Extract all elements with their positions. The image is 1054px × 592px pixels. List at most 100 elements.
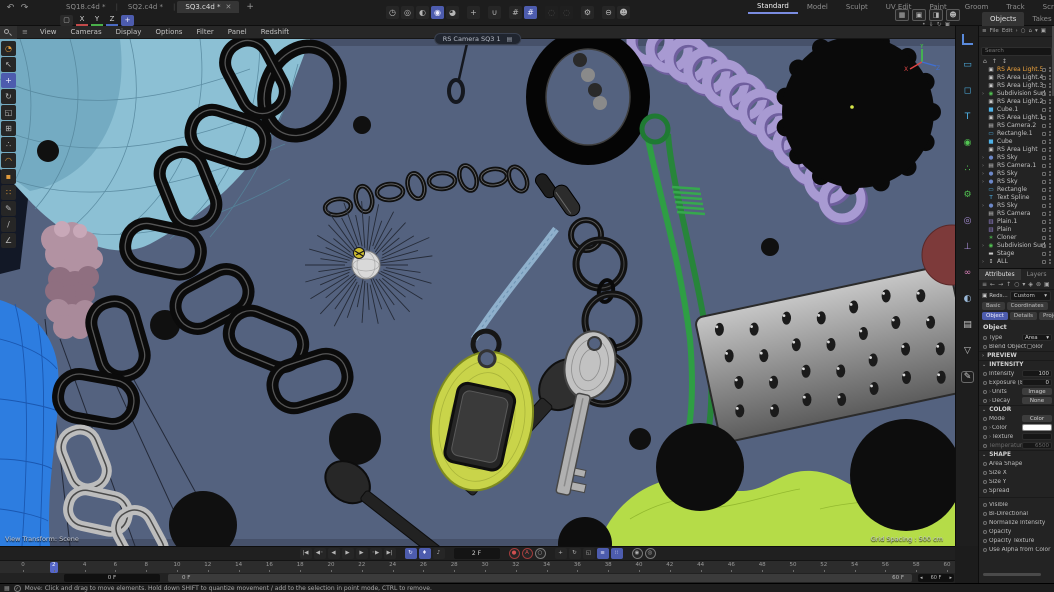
key-rotation-icon[interactable]: ↻ — [569, 548, 581, 559]
section-header-intensity[interactable]: ⌄INTENSITY — [979, 360, 1054, 369]
visibility-toggle[interactable] — [1042, 100, 1046, 104]
home-icon[interactable]: ⌂ — [983, 58, 987, 65]
record-icon[interactable]: ● — [509, 548, 520, 559]
viewport-menu-display[interactable]: Display — [109, 28, 149, 36]
floor-icon[interactable]: ◐ — [956, 286, 979, 312]
expand-arrow-icon[interactable]: › — [989, 425, 991, 431]
layout-tab-model[interactable]: Model — [798, 1, 837, 13]
visibility-toggle[interactable] — [1042, 76, 1046, 80]
attr-value-number[interactable]: 0 — [1022, 379, 1052, 386]
object-row[interactable]: ▬Stage — [979, 250, 1054, 258]
simulate-icon[interactable]: ◷ — [386, 6, 399, 19]
record-active-icon[interactable]: ◎ — [645, 548, 656, 559]
material-pen-icon[interactable]: ✎ — [956, 364, 979, 390]
point-tool-icon[interactable]: ▪ — [1, 169, 16, 184]
keyframe-dot-icon[interactable] — [983, 471, 987, 475]
attr-tab-layers[interactable]: Layers — [1021, 269, 1053, 280]
light-icon[interactable]: ▽ — [956, 338, 979, 364]
visibility-toggle[interactable] — [1042, 252, 1046, 256]
back-icon[interactable]: ← — [990, 281, 995, 288]
object-row[interactable]: ▥Plain — [979, 226, 1054, 234]
editor-render-dots[interactable] — [1049, 203, 1051, 205]
editor-render-dots[interactable] — [1049, 123, 1051, 125]
axis-button-x[interactable]: X — [76, 15, 88, 26]
snap-grid-icon[interactable]: # — [524, 6, 537, 19]
rotate-tool-icon[interactable]: ↻ — [1, 89, 16, 104]
prev-frame-icon[interactable]: ◀ — [328, 548, 340, 559]
object-row[interactable]: ▥Plain.1 — [979, 218, 1054, 226]
viewport-menu-redshift[interactable]: Redshift — [254, 28, 296, 36]
panel-tab-takes[interactable]: Takes — [1024, 12, 1054, 26]
expand-arrow-icon[interactable]: › — [989, 398, 991, 404]
up-icon[interactable]: ↑ — [992, 58, 997, 65]
object-row[interactable]: TText Spline — [979, 194, 1054, 202]
keyframe-dot-icon[interactable] — [983, 390, 987, 394]
editor-render-dots[interactable] — [1049, 83, 1051, 85]
viewport[interactable]: ≡ ViewCamerasDisplayOptionsFilterPanelRe… — [0, 26, 955, 546]
visibility-toggle[interactable] — [1042, 140, 1046, 144]
attr-value-button[interactable]: Image — [1022, 388, 1052, 395]
editor-render-dots[interactable] — [1049, 235, 1051, 237]
object-row[interactable]: ▤RS Camera.2 — [979, 122, 1054, 130]
viewport-menu-icon[interactable]: ≡ — [17, 28, 33, 36]
color-swatch[interactable] — [1022, 424, 1052, 431]
undo-icon[interactable]: ↶ — [4, 2, 17, 14]
keyframe-dot-icon[interactable] — [983, 512, 987, 516]
viewport-menu-view[interactable]: View — [33, 28, 64, 36]
object-row[interactable]: ›●RS Sky — [979, 154, 1054, 162]
object-row[interactable]: ▣RS Area Light — [979, 146, 1054, 154]
axis-gizmo-icon[interactable] — [956, 26, 979, 52]
objects-menu-file[interactable]: File — [990, 28, 999, 34]
object-row[interactable]: ▣RS Area Light.4 — [979, 74, 1054, 82]
current-frame-field[interactable]: 0 F — [64, 574, 160, 582]
visibility-toggle[interactable] — [1042, 84, 1046, 88]
viewport-search-icon[interactable] — [0, 26, 17, 39]
object-row[interactable]: ▣RS Area Light.1 — [979, 114, 1054, 122]
attr-main-project[interactable]: Project — [1039, 312, 1054, 320]
expand-arrow-icon[interactable]: › — [989, 434, 991, 440]
visibility-toggle[interactable] — [1042, 204, 1046, 208]
editor-render-dots[interactable] — [1049, 195, 1051, 197]
arc-tool-icon[interactable]: ◠ — [1, 153, 16, 168]
move-tool-icon[interactable]: + — [1, 73, 16, 88]
forward-icon[interactable]: → — [998, 281, 1003, 288]
layout-tab-sculpt[interactable]: Sculpt — [837, 1, 877, 13]
loop-mode-icon[interactable]: ↻ — [405, 548, 417, 559]
editor-render-dots[interactable] — [1049, 179, 1051, 181]
volume-icon[interactable]: ∴ — [956, 156, 979, 182]
keyframe-dot-icon[interactable] — [983, 489, 987, 493]
visibility-toggle[interactable] — [1042, 236, 1046, 240]
editor-render-dots[interactable] — [1049, 243, 1051, 245]
snap-move-icon[interactable]: ⊞ — [1, 121, 16, 136]
viewport-menu-filter[interactable]: Filter — [189, 28, 220, 36]
range-slider[interactable]: 0 F 60 F — [168, 574, 912, 582]
editor-render-dots[interactable] — [1049, 227, 1051, 229]
sound-icon[interactable]: ♪ — [433, 548, 445, 559]
axis-button-y[interactable]: Y — [91, 15, 103, 26]
ghost-b-icon[interactable]: ◌ — [560, 6, 573, 19]
cluster-tool-icon[interactable]: ∷ — [1, 185, 16, 200]
keyframe-dot-icon[interactable] — [983, 336, 987, 340]
editor-render-dots[interactable] — [1049, 155, 1051, 157]
axis-lock-icon[interactable]: + — [121, 15, 134, 26]
home-icon[interactable]: ⌂ — [1029, 28, 1033, 34]
jump-start-icon[interactable]: |◀ — [300, 548, 312, 559]
editor-render-dots[interactable] — [1049, 219, 1051, 221]
end-frame-spinner[interactable]: ◂ 60 F ▸ — [918, 574, 954, 582]
search-icon[interactable]: ○ — [1014, 281, 1019, 288]
document-tab[interactable]: SQ2.c4d * — [120, 1, 171, 13]
camera-icon[interactable]: ▤ — [956, 312, 979, 338]
visibility-toggle[interactable] — [1042, 116, 1046, 120]
render-view-icon[interactable]: ▦ — [895, 9, 909, 21]
keyframe-dot-icon[interactable] — [983, 381, 987, 385]
editor-render-dots[interactable] — [1049, 67, 1051, 69]
viewport-menu-options[interactable]: Options — [148, 28, 189, 36]
autokey-icon[interactable]: A — [522, 548, 533, 559]
section-header-color[interactable]: ⌄COLOR — [979, 405, 1054, 414]
keyframe-dot-icon[interactable] — [983, 444, 987, 448]
layout-tab-standard[interactable]: Standard — [748, 0, 798, 14]
attr-value-button[interactable]: Color — [1022, 415, 1052, 422]
visibility-toggle[interactable] — [1042, 196, 1046, 200]
object-row[interactable]: ■Cube.1 — [979, 106, 1054, 114]
object-row[interactable]: ■Cube — [979, 138, 1054, 146]
